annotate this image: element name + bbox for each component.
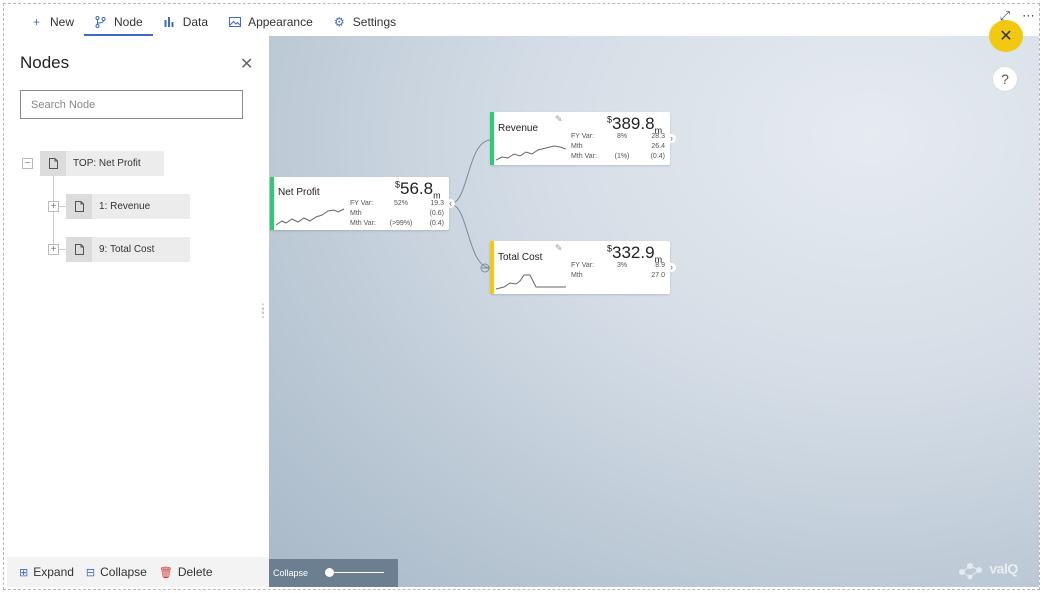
expand-button[interactable]: ⊞ Expand: [19, 565, 74, 579]
delete-button[interactable]: 🗑 Delete: [159, 565, 213, 579]
gear-icon: ⚙: [333, 14, 345, 29]
node-name: Revenue: [498, 123, 539, 134]
sparkline: [496, 145, 566, 161]
chevron-right-icon[interactable]: ›: [667, 263, 676, 272]
tab-node-label: Node: [114, 14, 143, 29]
value-number: 332.9: [612, 243, 655, 262]
panel-footer: ⊞ Expand ⊟ Collapse 🗑 Delete: [7, 557, 269, 587]
nodes-panel: Nodes ✕ − TOP: Net Profit + 1: Revenue +…: [7, 36, 269, 587]
node-accent-bar: [490, 241, 494, 294]
tab-node[interactable]: Node: [84, 7, 153, 36]
close-edit-button[interactable]: ✕: [989, 20, 1023, 52]
node-metrics: FY Var: 3% 8.9 Mth 27.0: [571, 262, 665, 279]
collapse-button[interactable]: ⊟ Collapse: [86, 565, 147, 579]
tree-connector: [53, 176, 54, 250]
node-metrics: FY Var: 8% 28.3 Mth 26.4 Mth Var: (1%) (0.4): [571, 133, 665, 160]
tab-new-label: New: [50, 14, 75, 29]
collapse-icon: ⊟: [85, 566, 96, 579]
sparkline: [496, 274, 566, 290]
document-icon: [66, 194, 92, 219]
sparkline: [276, 208, 345, 226]
delete-label: Delete: [177, 565, 213, 579]
chevron-right-icon[interactable]: ›: [667, 134, 676, 143]
logo-mark: [959, 563, 982, 580]
value-number: 389.8: [612, 114, 655, 133]
tab-appearance-label: Appearance: [248, 14, 313, 29]
node-value: $56.8m: [395, 179, 441, 200]
tree-item-net-profit[interactable]: TOP: Net Profit: [40, 151, 164, 176]
tree-toggle-collapse[interactable]: −: [22, 158, 33, 169]
bar-chart-icon: [163, 15, 176, 28]
tab-new[interactable]: + New: [20, 7, 84, 36]
close-icon[interactable]: ✕: [240, 54, 253, 74]
logo-text: valQ: [989, 560, 1018, 577]
tree-toggle-expand[interactable]: +: [48, 201, 59, 212]
panel-title: Nodes: [20, 53, 70, 72]
tree-canvas[interactable]: Net Profit $56.8m FY Var: 52% 19.3 Mth (0.6…: [269, 36, 1039, 587]
valq-logo: valQ: [958, 560, 1018, 580]
tree-item-label: TOP: Net Profit: [73, 158, 141, 169]
collapse-level-bar: Collapse: [269, 559, 398, 587]
chevron-left-icon[interactable]: ‹: [446, 199, 455, 208]
expand-icon: ⊞: [19, 566, 29, 579]
node-accent-bar: [270, 177, 274, 230]
tab-settings[interactable]: ⚙ Settings: [323, 7, 406, 36]
tree-item-total-cost[interactable]: 9: Total Cost: [66, 237, 190, 262]
more-options-icon[interactable]: ⋯: [1022, 8, 1035, 24]
node-accent-bar: [490, 112, 494, 165]
tree-item-label: 1: Revenue: [99, 201, 151, 212]
document-icon: [40, 151, 66, 176]
tree-item-revenue[interactable]: 1: Revenue: [66, 194, 190, 219]
tab-appearance[interactable]: Appearance: [218, 7, 323, 36]
tab-data-label: Data: [182, 14, 209, 29]
tree-item-label: 9: Total Cost: [99, 244, 155, 255]
trash-icon: 🗑: [158, 566, 173, 579]
expand-label: Expand: [33, 565, 74, 579]
node-branch-icon: [94, 15, 107, 28]
help-button[interactable]: ?: [992, 66, 1018, 92]
collapse-slider-track[interactable]: [329, 572, 384, 573]
plus-icon: +: [32, 14, 40, 29]
tab-settings-label: Settings: [352, 14, 397, 29]
tab-data[interactable]: Data: [153, 7, 218, 36]
panel-resize-handle[interactable]: ⋮ ⋮: [257, 302, 269, 319]
edit-pencil-icon[interactable]: ✎: [555, 114, 563, 125]
collapse-level-label: Collapse: [273, 568, 309, 578]
collapse-slider-thumb[interactable]: [325, 568, 334, 577]
node-card-revenue[interactable]: ✎ Revenue $389.8m FY Var: 8% 28.3 Mth 26.4 …: [490, 112, 676, 165]
node-metrics: FY Var: 52% 19.3 Mth (0.6) Mth Var: (>99%) (0…: [350, 200, 444, 227]
image-icon: [228, 15, 241, 28]
tree-toggle-expand[interactable]: +: [48, 244, 59, 255]
edit-pencil-icon[interactable]: ✎: [555, 243, 563, 254]
node-name: Total Cost: [498, 252, 543, 263]
search-input[interactable]: [20, 90, 243, 119]
value-number: 56.8: [400, 179, 434, 198]
node-card-net-profit[interactable]: Net Profit $56.8m FY Var: 52% 19.3 Mth (0.6…: [270, 177, 455, 230]
node-card-total-cost[interactable]: ✎ Total Cost $332.9m FY Var: 3% 8.9 Mth 27.…: [490, 241, 676, 294]
collapse-label: Collapse: [100, 565, 147, 579]
node-name: Net Profit: [278, 187, 320, 198]
top-toolbar: + New Node Data Appearance ⚙ Settings: [20, 7, 406, 36]
document-icon: [66, 237, 92, 262]
